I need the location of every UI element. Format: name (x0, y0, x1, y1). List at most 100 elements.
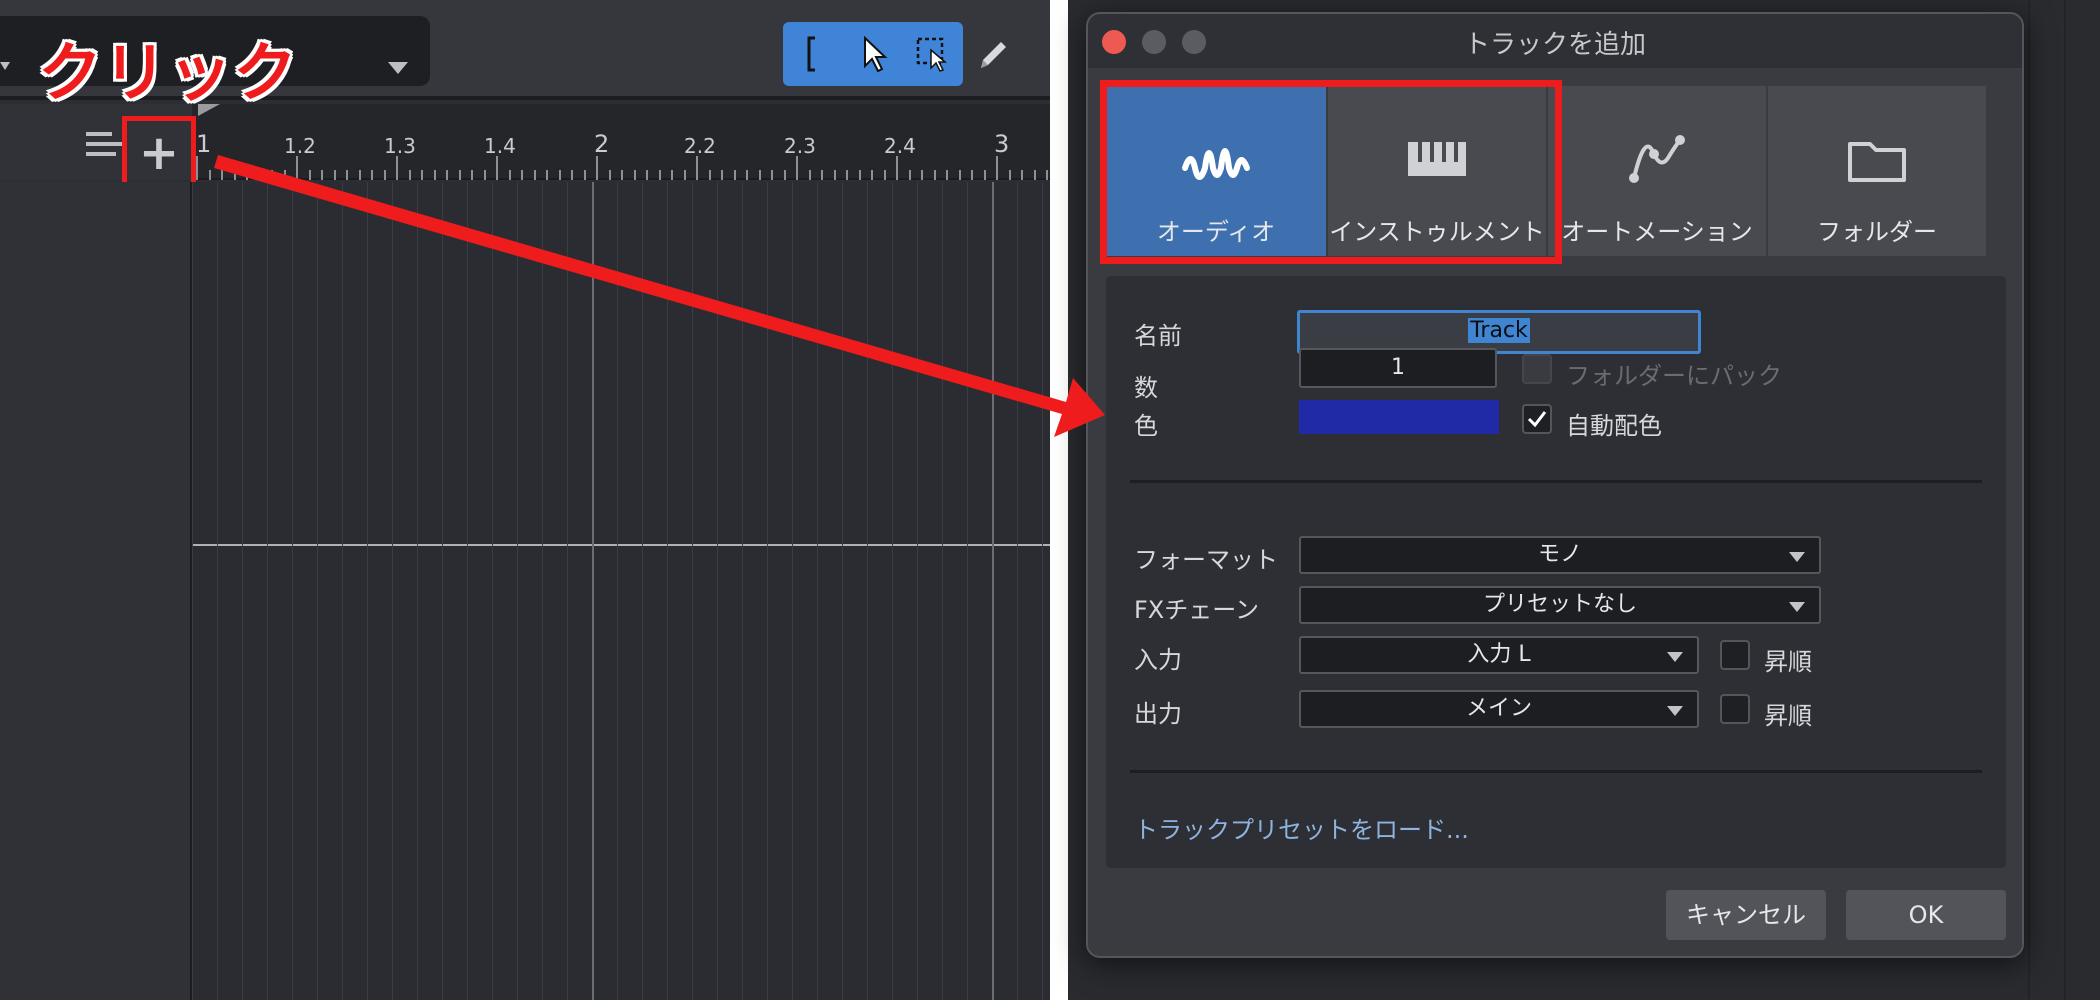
screenshot-stage: クリック + 1 1.2 1.3 1.4 2 2.2 2.3 2.4 3 トラッ… (0, 0, 2100, 1000)
count-field[interactable]: 1 (1299, 348, 1497, 388)
marquee-tool-button[interactable] (903, 22, 963, 86)
beat-gridline (942, 182, 943, 1000)
ruler-tick (359, 170, 361, 180)
ruler-tick (596, 156, 598, 180)
ruler-tick (696, 156, 698, 180)
beat-gridline (667, 182, 668, 1000)
output-ascend-checkbox[interactable] (1720, 694, 1750, 724)
ruler-tick (546, 170, 548, 180)
ruler-tick (959, 170, 961, 180)
format-value: モノ (1537, 542, 1582, 567)
ruler-label: 2.4 (884, 134, 916, 158)
ok-button[interactable]: OK (1846, 890, 2006, 940)
fx-chain-select[interactable]: プリセットなし (1299, 586, 1821, 624)
input-select[interactable]: 入力 L (1299, 636, 1699, 674)
pencil-tool-button[interactable] (963, 22, 1023, 86)
track-header-column (0, 182, 192, 1000)
beat-gridline (867, 182, 868, 1000)
format-label: フォーマット (1134, 546, 1278, 574)
range-tool-button[interactable] (783, 22, 843, 86)
chevron-down-icon[interactable] (0, 62, 10, 70)
ruler-tick (771, 170, 773, 180)
beat-gridline (292, 182, 293, 1000)
edit-tools-group (783, 22, 1006, 86)
pencil-icon (981, 42, 1006, 68)
arrange-grid[interactable] (192, 182, 1050, 1000)
track-list-icon[interactable] (86, 132, 122, 158)
ruler-label: 1.4 (484, 134, 516, 158)
ruler-tick (396, 156, 398, 180)
ruler-tick (984, 170, 986, 180)
auto-color-checkbox[interactable] (1522, 404, 1552, 434)
ruler-tick (821, 170, 823, 180)
bar-gridline (592, 182, 594, 1000)
input-label: 入力 (1134, 646, 1182, 674)
beat-gridline (567, 182, 568, 1000)
ruler-tick (634, 170, 636, 180)
chevron-down-icon (1667, 706, 1683, 716)
input-ascend-checkbox[interactable] (1720, 640, 1750, 670)
beat-gridline (492, 182, 493, 1000)
beat-gridline (517, 182, 518, 1000)
beat-gridline (642, 182, 643, 1000)
input-ascend-label: 昇順 (1764, 648, 1812, 676)
beat-gridline (842, 182, 843, 1000)
ruler-tick (896, 156, 898, 180)
tab-folder[interactable]: フォルダー (1766, 86, 1986, 256)
output-select[interactable]: メイン (1299, 690, 1699, 728)
tab-instrument[interactable]: インストゥルメント (1326, 86, 1546, 256)
ruler-tick (721, 170, 723, 180)
ruler-tick (884, 170, 886, 180)
separator (1130, 770, 1982, 773)
timeline-ruler[interactable]: + 1 1.2 1.3 1.4 2 2.2 2.3 2.4 3 (0, 104, 1050, 190)
ruler-tick (846, 170, 848, 180)
beat-gridline (692, 182, 693, 1000)
beat-gridline (192, 182, 193, 1000)
beat-gridline (367, 182, 368, 1000)
bar-gridline (992, 182, 994, 1000)
ruler-tick (784, 170, 786, 180)
beat-gridline (542, 182, 543, 1000)
tab-automation[interactable]: オートメーション (1546, 86, 1766, 256)
ruler-tick (534, 170, 536, 180)
marquee-select-icon (916, 37, 948, 72)
ruler-label: 3 (994, 130, 1010, 158)
track-color-swatch[interactable] (1299, 400, 1499, 434)
chevron-down-icon (1789, 602, 1805, 612)
track-type-tabs: オーディオ インストゥルメント オートメーション フォルダー (1106, 86, 2006, 256)
beat-gridline (1042, 182, 1043, 1000)
ruler-tick (446, 170, 448, 180)
add-track-button[interactable]: + (122, 116, 196, 190)
ruler-tick (409, 170, 411, 180)
pack-folder-checkbox[interactable] (1522, 354, 1552, 384)
output-value: メイン (1465, 696, 1532, 721)
format-select[interactable]: モノ (1299, 536, 1821, 574)
load-track-preset-link[interactable]: トラックプリセットをロード... (1134, 810, 1469, 845)
ruler-tick (709, 170, 711, 180)
beat-gridline (742, 182, 743, 1000)
ruler-tick (646, 170, 648, 180)
pointer-tool-button[interactable] (843, 22, 903, 86)
toolbar: クリック (0, 0, 1050, 111)
ruler-tick (384, 170, 386, 180)
dialog-titlebar: トラックを追加 (1088, 14, 2022, 68)
piano-keys-icon (1408, 142, 1466, 176)
cancel-button[interactable]: キャンセル (1666, 890, 1826, 940)
ruler-tick (796, 156, 798, 180)
beat-gridline (792, 182, 793, 1000)
tab-audio[interactable]: オーディオ (1106, 86, 1326, 256)
beat-gridline (392, 182, 393, 1000)
ruler-tick (571, 170, 573, 180)
ruler-tick (484, 170, 486, 180)
ruler-tick (459, 170, 461, 180)
name-field-value: Track (1468, 318, 1530, 343)
chevron-down-icon[interactable] (388, 62, 408, 74)
track-area (0, 182, 1050, 1000)
ruler-tick (559, 170, 561, 180)
playhead-marker[interactable] (198, 104, 220, 116)
pack-folder-label: フォルダーにパック (1566, 362, 1782, 390)
ruler-tick (621, 170, 623, 180)
ruler-tick (209, 170, 211, 180)
ruler-tick (371, 170, 373, 180)
ruler-tick (1021, 170, 1023, 180)
